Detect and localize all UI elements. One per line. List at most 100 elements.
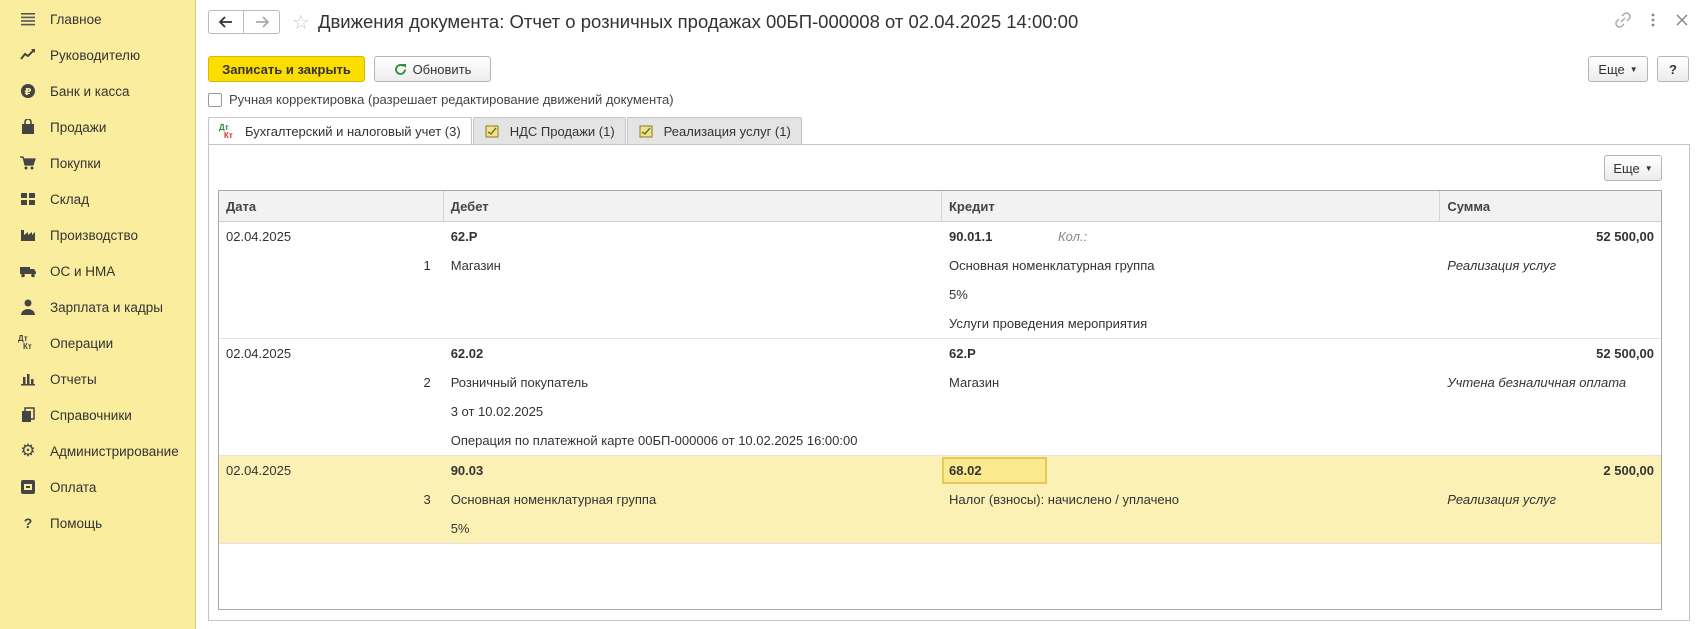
sidebar-item-help[interactable]: ? Помощь <box>0 505 195 541</box>
sidebar-item-assets[interactable]: ОС и НМА <box>0 253 195 289</box>
tab-bar: Дт Кт Бухгалтерский и налоговый учет (3) … <box>208 117 803 145</box>
sidebar-item-bank[interactable]: ₽ Банк и касса <box>0 73 195 109</box>
more-button[interactable]: Еще ▼ <box>1588 56 1648 82</box>
movements-table: Дата Дебет Кредит Сумма 02.04.2025 62.Р … <box>218 190 1662 610</box>
cell-debit-subconto[interactable]: Операция по платежной карте 00БП-000006 … <box>444 426 942 455</box>
sidebar-item-label: Покупки <box>50 155 101 171</box>
shopping-cart-icon <box>18 155 38 171</box>
help-button[interactable]: ? <box>1657 56 1689 82</box>
tab-services[interactable]: Реализация услуг (1) <box>626 117 802 144</box>
tab-accounting[interactable]: Дт Кт Бухгалтерский и налоговый учет (3) <box>208 117 472 145</box>
cell-debit-account[interactable]: 62.Р <box>444 222 942 251</box>
refresh-label: Обновить <box>412 61 472 77</box>
sidebar-item-reports[interactable]: Отчеты <box>0 361 195 397</box>
sidebar-item-payment[interactable]: Оплата <box>0 469 195 505</box>
debit-credit-icon: Дт Кт <box>18 334 32 351</box>
tab-vat-sales[interactable]: НДС Продажи (1) <box>472 117 626 144</box>
sidebar-item-label: Продажи <box>50 119 107 135</box>
cell-debit-subconto[interactable]: 5% <box>444 514 942 543</box>
sidebar-item-label: Администрирование <box>50 443 179 459</box>
cell-credit-subconto[interactable]: 5% <box>942 280 1440 309</box>
favorite-star-icon[interactable]: ☆ <box>292 10 310 35</box>
menu-lines-icon <box>18 11 38 27</box>
cell-row-number: 1 <box>423 258 431 273</box>
books-icon <box>18 407 38 423</box>
cell-credit-subconto[interactable]: Услуги проведения мероприятия <box>942 309 1440 338</box>
column-header-debit[interactable]: Дебет <box>444 191 942 222</box>
factory-icon <box>18 227 38 243</box>
cell-debit-account[interactable]: 90.03 <box>444 456 942 485</box>
sidebar-item-label: Помощь <box>50 515 103 531</box>
manual-edit-label: Ручная корректировка (разрешает редактир… <box>229 92 674 107</box>
table-row[interactable]: 02.04.2025 62.Р 90.01.1 52 500,00 Кол.: … <box>219 222 1661 339</box>
cell-sum[interactable]: 2 500,00 <box>1440 456 1661 485</box>
cell-row-number: 2 <box>423 375 431 390</box>
person-icon <box>18 299 38 315</box>
refresh-button[interactable]: Обновить <box>374 56 491 82</box>
cell-credit-subconto[interactable]: Налог (взносы): начислено / уплачено <box>942 485 1440 514</box>
sidebar-item-label: ОС и НМА <box>50 263 116 279</box>
column-header-date[interactable]: Дата <box>219 191 444 222</box>
sidebar-item-manager[interactable]: Руководителю <box>0 37 195 73</box>
column-header-credit[interactable]: Кредит <box>942 191 1441 222</box>
cell-date[interactable]: 02.04.2025 <box>219 456 444 485</box>
table-row-selected[interactable]: 02.04.2025 90.03 68.02 2 500,00 3 Основн… <box>219 456 1661 544</box>
save-and-close-button[interactable]: Записать и закрыть <box>208 56 365 82</box>
cell-sum[interactable]: 52 500,00 <box>1440 222 1661 251</box>
cell-credit-account[interactable]: 68.02 <box>942 457 1048 484</box>
bar-chart-icon <box>18 371 38 387</box>
forward-button[interactable] <box>244 10 280 34</box>
sidebar-item-label: Производство <box>50 227 139 243</box>
sidebar-item-sales[interactable]: Продажи <box>0 109 195 145</box>
cell-debit-subconto[interactable]: Розничный покупатель <box>444 368 942 397</box>
cell-date[interactable]: 02.04.2025 <box>219 339 444 368</box>
sidebar-item-label: Справочники <box>50 407 132 423</box>
cell-debit-account[interactable]: 62.02 <box>444 339 942 368</box>
sidebar-item-salary[interactable]: Зарплата и кадры <box>0 289 195 325</box>
sidebar-item-references[interactable]: Справочники <box>0 397 195 433</box>
column-header-sum[interactable]: Сумма <box>1440 191 1661 222</box>
more-vertical-icon[interactable] <box>1643 10 1663 30</box>
more-label: Еще <box>1613 160 1640 176</box>
page-title: Движения документа: Отчет о розничных пр… <box>317 11 1079 32</box>
panel-more-button[interactable]: Еще ▼ <box>1604 155 1662 181</box>
warehouse-grid-icon <box>18 191 38 207</box>
main-content: УЧЕТ БЕЗ ЗАБОТ ☆ Движения документа: Отч… <box>196 0 1702 629</box>
sidebar-item-warehouse[interactable]: Склад <box>0 181 195 217</box>
table-header: Дата Дебет Кредит Сумма <box>219 191 1661 222</box>
sidebar-item-purchases[interactable]: Покупки <box>0 145 195 181</box>
cell-content[interactable]: Реализация услуг <box>1440 251 1661 280</box>
cell-credit-subconto[interactable]: Магазин <box>942 368 1440 397</box>
cell-date[interactable]: 02.04.2025 <box>219 222 444 251</box>
sidebar: Главное Руководителю ₽ Банк и касса Прод… <box>0 0 196 629</box>
cell-credit-subconto[interactable]: Основная номенклатурная группа <box>942 251 1440 280</box>
table-row[interactable]: 02.04.2025 62.02 62.Р 52 500,00 2 Рознич… <box>219 339 1661 456</box>
question-icon: ? <box>23 515 33 531</box>
register-icon <box>638 124 654 138</box>
truck-icon <box>18 263 38 279</box>
cell-credit-account-wrap: 68.02 <box>942 456 1440 485</box>
cell-content[interactable]: Реализация услуг <box>1440 485 1661 514</box>
gear-icon: ⚙ <box>20 441 36 460</box>
sidebar-item-label: Банк и касса <box>50 83 130 99</box>
cell-credit-account[interactable]: 62.Р <box>942 339 1440 368</box>
sidebar-item-admin[interactable]: ⚙ Администрирование <box>0 433 195 469</box>
sidebar-item-main[interactable]: Главное <box>0 1 195 37</box>
tab-label: НДС Продажи (1) <box>509 123 615 139</box>
cell-debit-subconto[interactable]: Магазин <box>444 251 942 280</box>
cell-debit-subconto[interactable]: Основная номенклатурная группа <box>444 485 942 514</box>
cell-sum[interactable]: 52 500,00 <box>1440 339 1661 368</box>
close-icon[interactable] <box>1672 10 1692 30</box>
register-icon <box>484 124 500 138</box>
tab-label: Реализация услуг (1) <box>663 123 791 139</box>
link-icon[interactable] <box>1613 10 1633 30</box>
cell-credit-account[interactable]: 90.01.1 <box>942 222 1440 251</box>
manual-edit-checkbox[interactable] <box>208 92 222 107</box>
cell-debit-subconto[interactable]: 3 от 10.02.2025 <box>444 397 942 426</box>
sidebar-item-label: Главное <box>50 11 102 27</box>
cell-content[interactable]: Учтена безналичная оплата <box>1440 368 1661 397</box>
sidebar-item-production[interactable]: Производство <box>0 217 195 253</box>
sidebar-item-operations[interactable]: Дт Кт Операции <box>0 325 195 361</box>
title-bar: ☆ Движения документа: Отчет о розничных … <box>208 8 1702 36</box>
back-button[interactable] <box>208 10 244 34</box>
